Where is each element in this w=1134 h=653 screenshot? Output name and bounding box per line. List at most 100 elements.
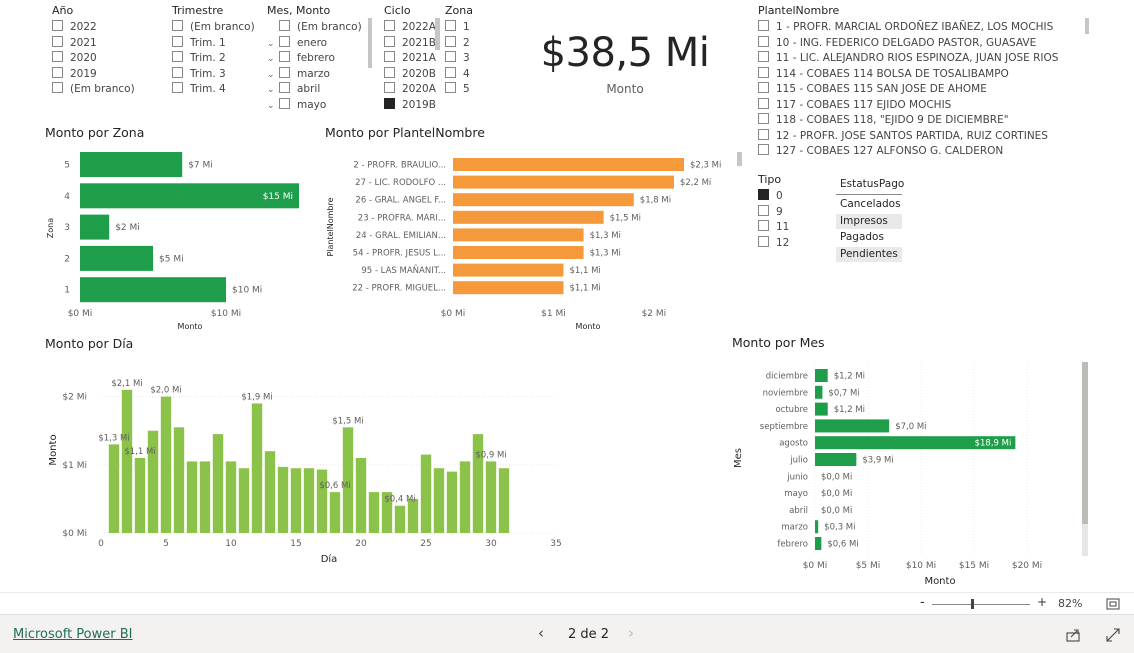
slicer-ano-item[interactable]: 2022 xyxy=(52,20,97,35)
slicer-zona-item[interactable]: 5 xyxy=(445,82,470,97)
slicer-plantel-item[interactable]: 127 - COBAES 127 ALFONSO G. CALDERON xyxy=(758,144,1003,159)
next-page-icon[interactable]: › xyxy=(628,624,634,642)
slicer-ano-item[interactable]: 2019 xyxy=(52,66,97,82)
checkbox[interactable] xyxy=(758,82,769,93)
share-icon[interactable] xyxy=(1066,628,1081,642)
checkbox[interactable] xyxy=(172,82,183,93)
slicer-ciclo-item[interactable]: 2019B xyxy=(384,97,436,113)
slicer-mes-item[interactable]: ⌄ marzo xyxy=(267,66,330,83)
slicer-mes-item[interactable]: ⌄ febrero xyxy=(267,51,335,66)
checkbox[interactable] xyxy=(279,20,290,31)
checkbox[interactable] xyxy=(445,66,456,78)
checkbox[interactable] xyxy=(52,35,63,47)
checkbox[interactable] xyxy=(172,35,183,47)
checkbox[interactable] xyxy=(384,82,395,93)
checkbox[interactable] xyxy=(172,51,183,62)
checkbox[interactable] xyxy=(758,235,769,247)
checkbox[interactable] xyxy=(758,20,769,31)
checkbox[interactable] xyxy=(279,51,290,62)
checkbox[interactable] xyxy=(445,51,456,62)
chevron-down-icon[interactable]: ⌄ xyxy=(267,99,279,114)
slicer-plantel-item[interactable]: 1 - PROFR. MARCIAL ORDOÑEZ IBAÑEZ, LOS M… xyxy=(758,20,1053,35)
powerbi-link[interactable]: Microsoft Power BI xyxy=(13,627,132,642)
fullscreen-icon[interactable] xyxy=(1106,628,1120,642)
slicer-zona-item[interactable]: 1 xyxy=(445,20,470,35)
checkbox[interactable] xyxy=(758,144,769,155)
chart-mes-scrollbar[interactable] xyxy=(1082,362,1088,524)
checkbox[interactable] xyxy=(279,97,290,109)
checkbox[interactable] xyxy=(758,113,769,124)
slicer-zona-item[interactable]: 2 xyxy=(445,35,470,51)
slicer-plantel-item[interactable]: 115 - COBAES 115 SAN JOSE DE AHOME xyxy=(758,82,987,97)
slicer-trimestre-item[interactable]: Trim. 3 xyxy=(172,66,226,82)
chevron-down-icon[interactable]: ⌄ xyxy=(267,52,279,67)
slicer-tipo-item[interactable]: 11 xyxy=(758,220,789,235)
slicer-ciclo-item[interactable]: 2022A xyxy=(384,20,436,35)
slicer-plantel-item[interactable]: 12 - PROFR. JOSE SANTOS PARTIDA, RUIZ CO… xyxy=(758,128,1048,144)
checkbox[interactable] xyxy=(384,20,395,31)
slicer-plantel-item[interactable]: 117 - COBAES 117 EJIDO MOCHIS xyxy=(758,97,951,113)
slicer-plantel-item[interactable]: 11 - LIC. ALEJANDRO RIOS ESPINOZA, JUAN … xyxy=(758,51,1058,66)
slicer-estatus-item[interactable]: Cancelados xyxy=(836,197,902,212)
fit-to-page-icon[interactable] xyxy=(1106,598,1120,610)
slicer-mes-item[interactable]: (Em branco) xyxy=(267,20,362,35)
checkbox[interactable] xyxy=(384,51,395,62)
slicer-ciclo-scrollbar[interactable] xyxy=(435,18,440,50)
slicer-tipo-item[interactable]: 0 xyxy=(758,189,783,204)
checkbox[interactable] xyxy=(758,35,769,47)
chart-plantel-scrollbar[interactable] xyxy=(737,152,742,166)
checkbox[interactable] xyxy=(52,20,63,31)
slicer-ano-item[interactable]: 2021 xyxy=(52,35,97,51)
zoom-slider-thumb[interactable] xyxy=(971,599,974,609)
checkbox[interactable] xyxy=(445,20,456,31)
chevron-down-icon[interactable]: ⌄ xyxy=(267,83,279,98)
checkbox[interactable] xyxy=(758,97,769,109)
checkbox[interactable] xyxy=(758,189,769,200)
checkbox[interactable] xyxy=(758,204,769,216)
checkbox[interactable] xyxy=(384,97,395,109)
slicer-mes-item[interactable]: ⌄ enero xyxy=(267,35,327,52)
slicer-ciclo-item[interactable]: 2021A xyxy=(384,51,436,66)
slicer-mes-item[interactable]: ⌄ abril xyxy=(267,82,320,97)
slicer-ciclo-item[interactable]: 2020B xyxy=(384,66,436,82)
slicer-zona-item[interactable]: 4 xyxy=(445,66,470,82)
checkbox[interactable] xyxy=(52,82,63,93)
zoom-in-button[interactable]: + xyxy=(1037,595,1047,609)
chevron-down-icon[interactable]: ⌄ xyxy=(267,68,279,83)
slicer-mes-scrollbar[interactable] xyxy=(368,18,372,68)
checkbox[interactable] xyxy=(384,66,395,78)
checkbox[interactable] xyxy=(384,35,395,47)
checkbox[interactable] xyxy=(758,66,769,78)
slicer-trimestre-item[interactable]: Trim. 1 xyxy=(172,35,226,51)
checkbox[interactable] xyxy=(445,82,456,93)
slicer-tipo-item[interactable]: 9 xyxy=(758,204,783,220)
zoom-out-button[interactable]: - xyxy=(920,595,925,610)
slicer-estatus-item[interactable]: Pagados xyxy=(836,230,902,245)
checkbox[interactable] xyxy=(52,51,63,62)
slicer-ano-item[interactable]: 2020 xyxy=(52,51,97,66)
slicer-tipo-item[interactable]: 12 xyxy=(758,235,789,251)
checkbox[interactable] xyxy=(758,128,769,140)
slicer-trimestre-item[interactable]: Trim. 4 xyxy=(172,82,226,97)
checkbox[interactable] xyxy=(172,66,183,78)
checkbox[interactable] xyxy=(279,35,290,47)
slicer-ano-item[interactable]: (Em branco) xyxy=(52,82,135,97)
slicer-zona-item[interactable]: 3 xyxy=(445,51,470,66)
prev-page-icon[interactable]: ‹ xyxy=(538,624,544,642)
checkbox[interactable] xyxy=(445,35,456,47)
slicer-plantel-item[interactable]: 114 - COBAES 114 BOLSA DE TOSALIBAMPO xyxy=(758,66,1009,82)
slicer-trimestre-item[interactable]: Trim. 2 xyxy=(172,51,226,66)
checkbox[interactable] xyxy=(758,51,769,62)
chevron-down-icon[interactable]: ⌄ xyxy=(267,37,279,52)
slicer-estatus-item[interactable]: Pendientes xyxy=(836,246,902,262)
slicer-ciclo-item[interactable]: 2021B xyxy=(384,35,436,51)
checkbox[interactable] xyxy=(279,66,290,78)
checkbox[interactable] xyxy=(279,82,290,93)
checkbox[interactable] xyxy=(758,220,769,231)
checkbox[interactable] xyxy=(172,20,183,31)
checkbox[interactable] xyxy=(52,66,63,78)
slicer-plantel-item[interactable]: 10 - ING. FEDERICO DELGADO PASTOR, GUASA… xyxy=(758,35,1036,51)
slicer-estatus-item[interactable]: Impresos xyxy=(836,213,902,229)
zoom-slider-track[interactable] xyxy=(932,604,1030,605)
slicer-trimestre-item[interactable]: (Em branco) xyxy=(172,20,255,35)
